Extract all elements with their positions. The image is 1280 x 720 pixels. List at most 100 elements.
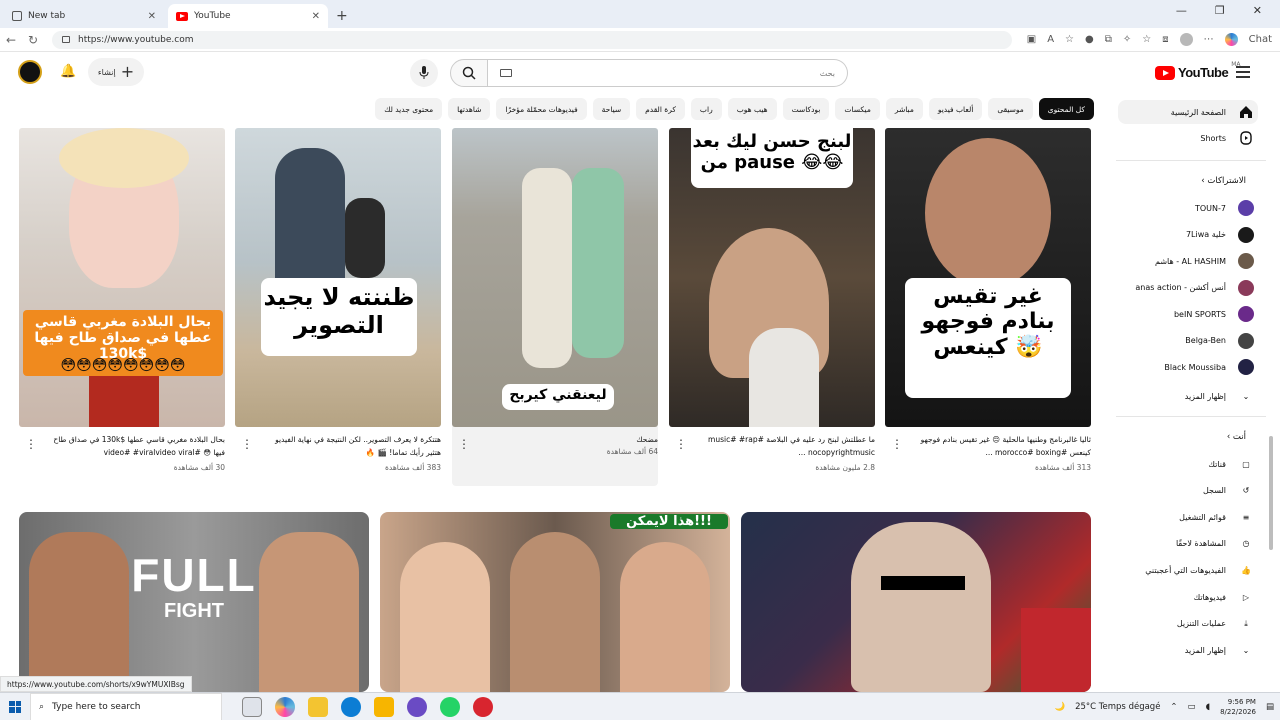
weather-text[interactable]: 25°C Temps dégagé xyxy=(1075,702,1160,712)
chip-4[interactable]: ميكسات xyxy=(835,98,880,120)
sidebar-you-item[interactable]: ▢ قناتك xyxy=(1118,452,1258,476)
sidebar-channel[interactable]: خلية 7Liwa xyxy=(1118,223,1258,247)
chip-7[interactable]: راب xyxy=(690,98,722,120)
app-available-icon[interactable]: ▣ xyxy=(1027,34,1036,45)
more-vert-icon[interactable]: ⋮ xyxy=(241,437,253,451)
subscriptions-header[interactable]: الاشتراكات › xyxy=(1201,176,1246,186)
chip-3[interactable]: مباشر xyxy=(885,98,923,120)
restore-icon[interactable]: ❐ xyxy=(1215,4,1225,17)
app-icon[interactable] xyxy=(374,696,394,717)
more-options-icon[interactable]: ⋯ xyxy=(1204,34,1214,45)
extensions-puzzle-icon[interactable]: ✧ xyxy=(1123,34,1131,45)
search-button[interactable] xyxy=(450,59,488,87)
sidebar-you-item[interactable]: ▷ فيديوهاتك xyxy=(1118,585,1258,609)
sidebar-channel[interactable]: Belga-Ben xyxy=(1118,329,1258,353)
read-aloud-icon[interactable]: A xyxy=(1047,34,1054,45)
chip-0[interactable]: كل المحتوى xyxy=(1038,98,1094,120)
sidebar-channel[interactable]: beIN SPORTS xyxy=(1118,302,1258,326)
more-vert-icon[interactable]: ⋮ xyxy=(675,437,687,451)
favorite-star-icon[interactable]: ☆ xyxy=(1065,34,1074,45)
sidebar-channel[interactable]: أنس أكشن - anas action xyxy=(1118,276,1258,300)
you-header[interactable]: أنت › xyxy=(1227,432,1246,442)
extension-icon[interactable]: ● xyxy=(1085,34,1094,45)
split-screen-icon[interactable]: ⧉ xyxy=(1105,34,1112,45)
video-thumbnail[interactable] xyxy=(741,512,1091,692)
short-thumbnail[interactable]: بحال البلادة مغربي قاسي عطها في صداق طاح… xyxy=(19,128,225,427)
chip-9[interactable]: سياحة xyxy=(592,98,631,120)
sidebar-you-item[interactable]: ↺ السجل xyxy=(1118,479,1258,503)
collections-icon[interactable]: ⧈ xyxy=(1162,34,1168,45)
sidebar-item-home[interactable]: الصفحة الرئيسية xyxy=(1118,100,1258,124)
clock[interactable]: 9:56 PM 8/22/2026 xyxy=(1220,697,1256,717)
close-icon[interactable]: ✕ xyxy=(148,11,156,22)
notifications-bell-icon[interactable]: 🔔 xyxy=(60,64,76,79)
short-thumbnail[interactable]: غير تقيس بنادم فوجهو كينعس 🤯 xyxy=(885,128,1091,427)
account-avatar[interactable] xyxy=(18,60,42,84)
create-button[interactable]: إنشاء + xyxy=(88,58,144,86)
chip-12[interactable]: محتوى جديد لك xyxy=(375,98,443,120)
chip-11[interactable]: شاهدتها xyxy=(448,98,491,120)
new-tab-plus-icon[interactable]: + xyxy=(336,8,348,24)
notifications-icon[interactable]: ▤ xyxy=(1266,702,1274,712)
sidebar-channel[interactable]: Black Moussiba xyxy=(1118,355,1258,379)
tray-overflow-icon[interactable]: ⌃ xyxy=(1170,702,1177,712)
short-item[interactable]: غير تقيس بنادم فوجهو كينعس 🤯 ثاليا غالبر… xyxy=(885,128,1091,477)
copilot-icon[interactable] xyxy=(275,696,295,717)
more-vert-icon[interactable]: ⋮ xyxy=(891,437,903,451)
video-thumbnail[interactable]: FULL FIGHT xyxy=(19,512,369,692)
chip-8[interactable]: كرة القدم xyxy=(636,98,685,120)
keyboard-icon[interactable] xyxy=(500,69,512,77)
sidebar-you-item[interactable]: ≡ قوائم التشغيل xyxy=(1118,505,1258,529)
more-vert-icon[interactable]: ⋮ xyxy=(458,437,470,451)
short-thumbnail[interactable]: لبنج حسن ليك بعد من pause 😂😂 xyxy=(669,128,875,427)
address-bar[interactable]: https://www.youtube.com xyxy=(52,30,1012,49)
short-item-hovered[interactable]: ليعنقني كيربح مضحك 64 ألف مشاهدة ⋮ xyxy=(452,128,658,486)
short-thumbnail[interactable]: ظننته لا يجيد التصوير xyxy=(235,128,441,427)
tab-youtube[interactable]: YouTube ✕ xyxy=(168,4,328,28)
more-vert-icon[interactable]: ⋮ xyxy=(25,437,37,451)
task-view-icon[interactable] xyxy=(242,696,262,717)
sidebar-you-item[interactable]: ⌄ إظهار المزيد xyxy=(1118,638,1258,662)
chip-10[interactable]: فيديوهات محمّلة مؤخرًا xyxy=(496,98,587,120)
sidebar-you-item[interactable]: ⤓ عمليات التنزيل xyxy=(1118,612,1258,636)
short-title[interactable]: ما عطلتش لبنج رد عليه في البلاصة #music#… xyxy=(695,433,875,459)
youtube-logo[interactable]: YouTube MA xyxy=(1155,61,1240,80)
short-title[interactable]: هتتكرة لا يعرف التصوير.. لكن النتيجة في … xyxy=(261,433,441,459)
back-icon[interactable]: ← xyxy=(0,33,22,47)
short-item[interactable]: لبنج حسن ليك بعد من pause 😂😂 ما عطلتش لب… xyxy=(669,128,875,477)
volume-icon[interactable]: ◖ xyxy=(1206,702,1210,712)
sidebar-you-item[interactable]: ◷ المشاهدة لاحقًا xyxy=(1118,532,1258,556)
reload-icon[interactable]: ↻ xyxy=(22,33,44,47)
edge-browser-icon[interactable] xyxy=(341,696,361,717)
short-item[interactable]: بحال البلادة مغربي قاسي عطها في صداق طاح… xyxy=(19,128,225,477)
start-button[interactable] xyxy=(0,700,30,713)
chrome-icon[interactable] xyxy=(473,696,493,717)
short-item[interactable]: ظننته لا يجيد التصوير هتتكرة لا يعرف الت… xyxy=(235,128,441,477)
chip-2[interactable]: ألعاب فيديو xyxy=(928,98,983,120)
sidebar-channel[interactable]: 7-TOUN xyxy=(1118,196,1258,220)
short-title[interactable]: بحال البلادة مغربي قاسي عطها $130k في صد… xyxy=(45,433,225,459)
favorites-icon[interactable]: ☆ xyxy=(1142,34,1151,45)
sidebar-channel[interactable]: AL HASHIM - هاشم xyxy=(1118,249,1258,273)
sidebar-you-item[interactable]: 👍 الفيديوهات التي أعجبتني xyxy=(1118,558,1258,582)
short-thumbnail[interactable]: ليعنقني كيربح xyxy=(452,128,658,427)
network-icon[interactable]: ▭ xyxy=(1188,702,1196,712)
short-title[interactable]: ثاليا غالبرنامج وطنيها مالحلية 😔 غير تقي… xyxy=(911,433,1091,459)
site-info-icon[interactable] xyxy=(62,36,70,43)
sidebar-scrollbar[interactable] xyxy=(1269,436,1273,550)
search-input[interactable]: بحث xyxy=(488,59,848,87)
chip-5[interactable]: بودكاست xyxy=(782,98,830,120)
discord-icon[interactable] xyxy=(407,696,427,717)
sidebar-item-shorts[interactable]: Shorts xyxy=(1118,126,1258,150)
close-icon[interactable]: ✕ xyxy=(312,11,320,22)
minimize-icon[interactable]: — xyxy=(1176,4,1187,17)
whatsapp-icon[interactable] xyxy=(440,696,460,717)
sidebar-show-more[interactable]: ⌄ إظهار المزيد xyxy=(1118,384,1258,408)
video-thumbnail[interactable]: هذا لايمكن!!! xyxy=(380,512,730,692)
chat-label[interactable]: Chat xyxy=(1249,34,1272,45)
file-explorer-icon[interactable] xyxy=(308,696,328,717)
voice-search-button[interactable] xyxy=(410,59,438,87)
tab-new-tab[interactable]: New tab ✕ xyxy=(4,4,164,28)
taskbar-search[interactable]: ⌕ Type here to search xyxy=(30,692,222,720)
chip-6[interactable]: هيب هوب xyxy=(727,98,777,120)
